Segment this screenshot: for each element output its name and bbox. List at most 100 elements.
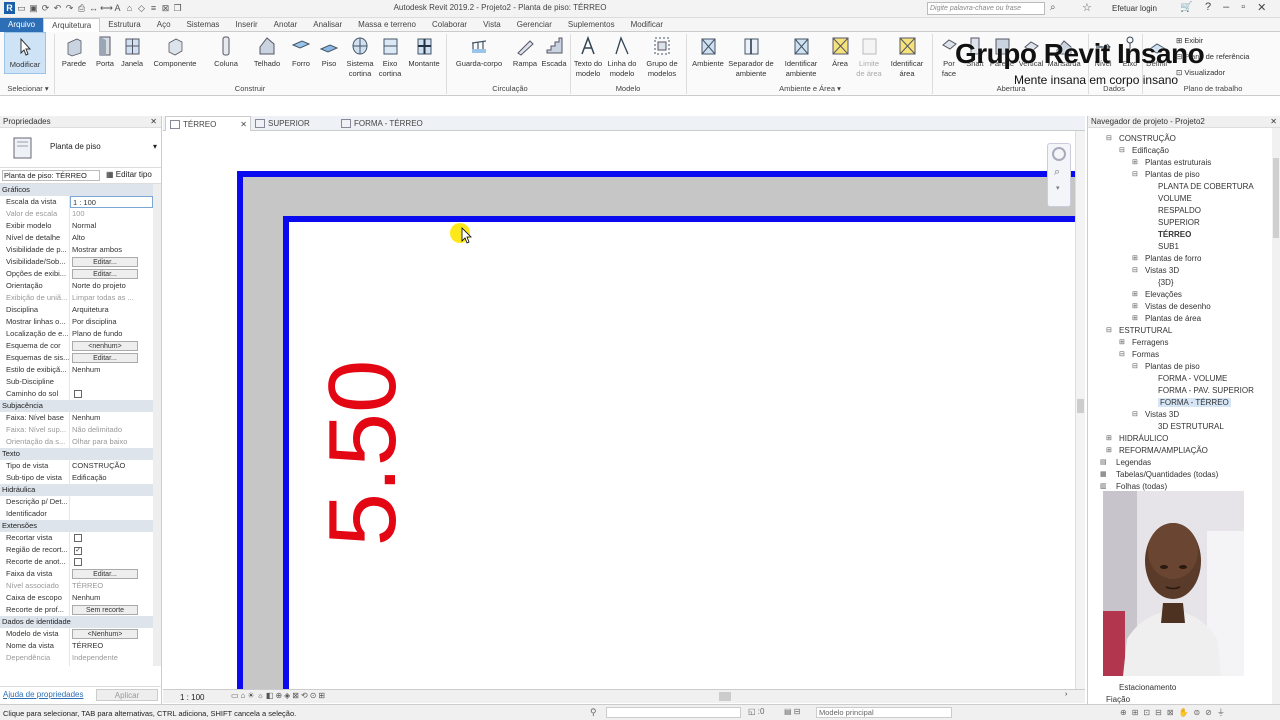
browser-item[interactable]: Edificação — [1132, 146, 1169, 155]
property-value[interactable]: Alto — [70, 232, 153, 244]
vertical-scrollbar[interactable] — [1075, 131, 1085, 689]
tab-estrutura[interactable]: Estrutura — [100, 18, 148, 32]
floor-plan-drawing[interactable]: 5.50 — [163, 131, 1085, 689]
tab-colaborar[interactable]: Colaborar — [424, 18, 475, 32]
tag-area-button[interactable]: Identificar área — [888, 32, 926, 79]
browser-item[interactable]: PLANTA DE COBERTURA — [1158, 182, 1254, 191]
view-tab-terreo[interactable]: TÉRREO ✕ — [165, 116, 251, 131]
properties-section-header[interactable]: Extensões — [0, 520, 153, 532]
property-value[interactable]: Norte do projeto — [70, 280, 153, 292]
property-value[interactable]: Mostrar ambos — [70, 244, 153, 256]
property-value[interactable]: Nenhum — [70, 592, 153, 604]
property-value[interactable]: Edificação — [70, 472, 153, 484]
properties-section-header[interactable]: Texto — [0, 448, 153, 460]
property-value[interactable]: CONSTRUÇÃO — [70, 460, 153, 472]
model-group-button[interactable]: Grupo de modelos — [642, 32, 682, 79]
property-value[interactable]: 1 : 100 — [70, 196, 153, 208]
selection-filter-icons[interactable]: ⊕⊞⊡⊟⊠✋⊜⊘⏚ — [1120, 707, 1230, 718]
property-value[interactable]: Editar... — [70, 568, 153, 580]
browser-item[interactable]: TÉRREO — [1158, 230, 1191, 239]
door-button[interactable]: Porta — [92, 32, 118, 69]
property-value[interactable]: ✓ — [70, 544, 153, 556]
property-value[interactable] — [70, 388, 153, 400]
properties-section-header[interactable]: Dados de identidade — [0, 616, 153, 628]
close-browser-icon[interactable]: ✕ — [1270, 116, 1277, 128]
tree-node-icon[interactable]: ▦ — [1100, 470, 1107, 478]
drawing-canvas[interactable]: 5.50 ⌕ ▾ — [163, 131, 1085, 689]
room-button[interactable]: Ambiente — [688, 32, 728, 69]
browser-item[interactable]: FORMA - PAV. SUPERIOR — [1158, 386, 1254, 395]
sign-in-link[interactable]: Efetuar login — [1112, 4, 1157, 13]
stair-button[interactable]: Escada — [540, 32, 568, 69]
property-button[interactable]: Editar... — [72, 569, 138, 579]
search-icon[interactable]: ⌕ — [1050, 2, 1056, 13]
tag-room-button[interactable]: Identificar ambiente — [780, 32, 822, 79]
property-value[interactable] — [70, 496, 153, 508]
property-value[interactable]: 100 — [70, 208, 153, 220]
browser-item[interactable]: Plantas estruturais — [1145, 158, 1211, 167]
properties-help-link[interactable]: Ajuda de propriedades — [3, 690, 84, 699]
collapse-toggle[interactable]: ⊟ — [1106, 134, 1112, 142]
cart-icon[interactable]: 🛒 — [1180, 2, 1192, 13]
browser-item[interactable]: Elevações — [1145, 290, 1182, 299]
browser-item[interactable]: Plantas de área — [1145, 314, 1201, 323]
curtain-grid-button[interactable]: Eixo cortina — [376, 32, 404, 79]
minimize-icon[interactable]: – — [1223, 1, 1229, 14]
properties-section-header[interactable]: Gráficos — [0, 184, 153, 196]
area-button[interactable]: Área — [828, 32, 852, 69]
property-button[interactable]: Sem recorte — [72, 605, 138, 615]
apply-button[interactable]: Aplicar — [96, 689, 158, 701]
collapse-toggle[interactable]: ⊟ — [1106, 326, 1112, 334]
collapse-toggle[interactable]: ⊟ — [1132, 410, 1138, 418]
view-control-icons[interactable]: ▭⌂☀☼◧⊕◈⊠⟲⊙⊞ — [231, 691, 327, 700]
browser-item[interactable]: Vistas 3D — [1145, 410, 1179, 419]
tree-node-icon[interactable]: ▥ — [1100, 482, 1107, 490]
browser-item[interactable]: REFORMA/AMPLIAÇÃO — [1119, 446, 1208, 455]
close-properties-icon[interactable]: ✕ — [150, 116, 157, 128]
property-value[interactable]: Editar... — [70, 352, 153, 364]
tab-inserir[interactable]: Inserir — [227, 18, 265, 32]
model-text-button[interactable]: Texto do modelo — [572, 32, 604, 79]
zoom-dropdown-icon[interactable]: ▾ — [1056, 184, 1060, 192]
vertical-scroll-thumb[interactable] — [1077, 399, 1084, 413]
tab-modificar[interactable]: Modificar — [623, 18, 671, 32]
tab-arquitetura[interactable]: Arquitetura — [43, 18, 101, 32]
close-icon[interactable]: ✕ — [1257, 1, 1266, 14]
collapse-toggle[interactable]: ⊟ — [1119, 350, 1125, 358]
property-value[interactable]: Nenhum — [70, 412, 153, 424]
steering-wheel-icon[interactable] — [1052, 147, 1066, 161]
design-options-icon[interactable]: ▤ ⊟ — [784, 707, 800, 716]
browser-item[interactable]: VOLUME — [1158, 194, 1192, 203]
window-button[interactable]: Janela — [118, 32, 146, 69]
area-boundary-button[interactable]: Limite de área — [854, 32, 884, 79]
tab-vista[interactable]: Vista — [475, 18, 509, 32]
browser-item[interactable]: CONSTRUÇÃO — [1119, 134, 1176, 143]
expand-toggle[interactable]: ⊞ — [1132, 158, 1138, 166]
room-separator-button[interactable]: Separador de ambiente — [728, 32, 774, 79]
property-value[interactable]: Normal — [70, 220, 153, 232]
browser-scroll-thumb[interactable] — [1273, 158, 1279, 238]
tab-gerenciar[interactable]: Gerenciar — [509, 18, 560, 32]
browser-item[interactable]: Tabelas/Quantidades (todas) — [1116, 470, 1218, 479]
property-button[interactable]: Editar... — [72, 257, 138, 267]
dimension-text[interactable]: 5.50 — [309, 360, 416, 547]
expand-toggle[interactable]: ⊞ — [1132, 290, 1138, 298]
property-value[interactable] — [70, 508, 153, 520]
curtain-system-button[interactable]: Sistema cortina — [342, 32, 378, 79]
select-panel-label[interactable]: Selecionar ▾ — [4, 84, 52, 93]
chevron-down-icon[interactable]: ▾ — [153, 142, 157, 151]
browser-item[interactable]: 3D ESTRUTURAL — [1158, 422, 1224, 431]
tab-arquivo[interactable]: Arquivo — [0, 18, 44, 32]
expand-toggle[interactable]: ⊞ — [1106, 446, 1112, 454]
properties-section-header[interactable]: Subjacência — [0, 400, 153, 412]
property-checkbox[interactable]: ✓ — [74, 547, 82, 555]
property-value[interactable]: Editar... — [70, 256, 153, 268]
browser-item[interactable]: Legendas — [1116, 458, 1151, 467]
property-value[interactable]: Plano de fundo — [70, 328, 153, 340]
ceiling-button[interactable]: Forro — [288, 32, 314, 69]
column-button[interactable]: Coluna — [210, 32, 242, 69]
collapse-toggle[interactable]: ⊟ — [1132, 266, 1138, 274]
browser-item[interactable]: Plantas de piso — [1145, 170, 1200, 179]
view-scale[interactable]: 1 : 100 — [180, 693, 204, 702]
browser-item[interactable]: Vistas de desenho — [1145, 302, 1211, 311]
